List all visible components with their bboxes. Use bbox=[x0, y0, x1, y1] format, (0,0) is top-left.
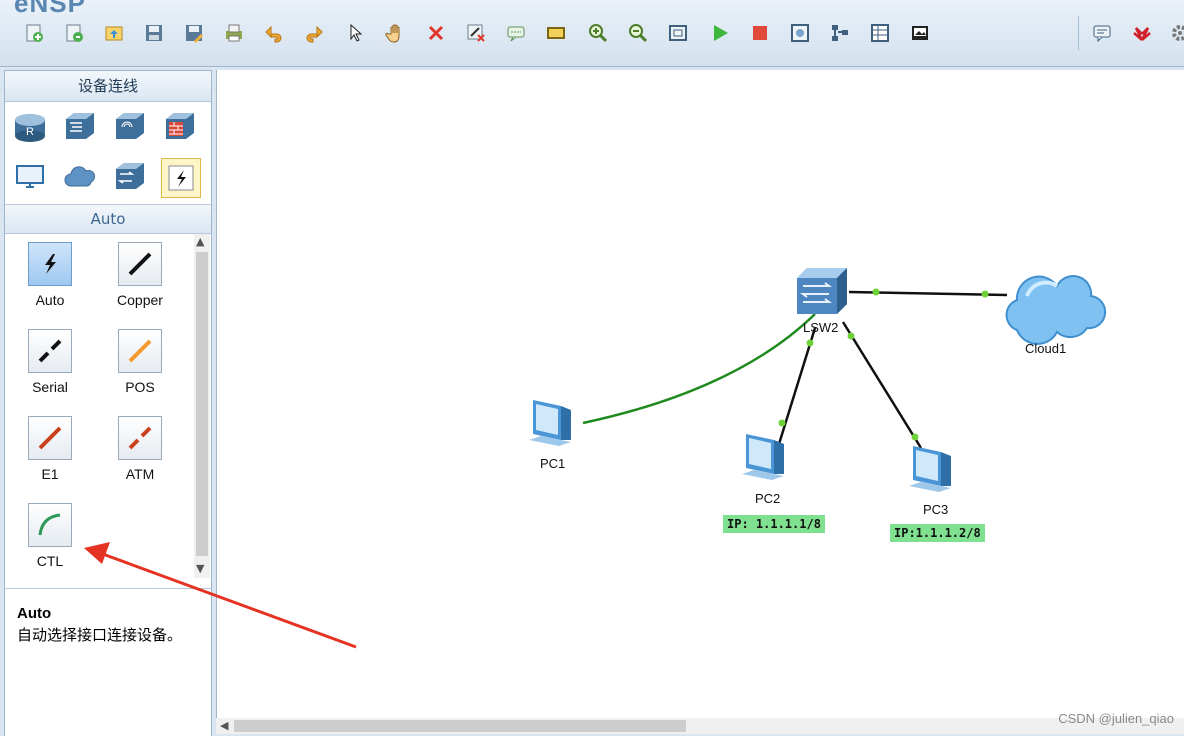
text-annotation-icon[interactable] bbox=[500, 18, 532, 48]
grid-icon[interactable] bbox=[864, 18, 896, 48]
wireless-icon[interactable] bbox=[111, 108, 149, 146]
screenshot-icon[interactable] bbox=[904, 18, 936, 48]
e1-cable-icon bbox=[38, 426, 62, 450]
scroll-left-icon[interactable]: ◀ bbox=[220, 719, 228, 732]
pc1-computer-icon[interactable] bbox=[529, 400, 571, 446]
scrollbar-thumb[interactable] bbox=[196, 252, 208, 556]
pos-cable-icon bbox=[128, 339, 152, 363]
connection-subtitle: Auto bbox=[5, 205, 211, 234]
canvas-hscrollbar[interactable]: ◀ bbox=[216, 718, 1184, 734]
pan-hand-icon[interactable] bbox=[380, 18, 412, 48]
app-logo: eNSP bbox=[14, 0, 86, 18]
pc2-ip-annotation[interactable]: IP: 1.1.1.1/8 bbox=[723, 515, 825, 533]
cable-label: Auto bbox=[35, 292, 65, 308]
cloud1-cloud-icon[interactable] bbox=[1005, 275, 1107, 345]
node-label-pc1: PC1 bbox=[540, 456, 566, 471]
panel-title: 设备连线 bbox=[5, 71, 211, 102]
scroll-down-icon[interactable]: ▼ bbox=[196, 562, 204, 575]
cable-ctl[interactable]: CTL bbox=[15, 503, 85, 569]
cable-copper[interactable]: Copper bbox=[105, 242, 175, 308]
cable-label: ATM bbox=[125, 466, 155, 482]
cable-label: CTL bbox=[36, 553, 64, 569]
pc2-computer-icon[interactable] bbox=[742, 434, 784, 480]
port-indicator bbox=[806, 339, 814, 347]
ctl-cable-icon bbox=[38, 513, 61, 536]
cable-label: Serial bbox=[32, 379, 68, 395]
hscrollbar-thumb[interactable] bbox=[234, 720, 686, 732]
rectangle-icon[interactable] bbox=[540, 18, 572, 48]
serial-cable-icon bbox=[38, 339, 62, 363]
node-label-cloud1: Cloud1 bbox=[1025, 341, 1067, 356]
pc3-computer-icon[interactable] bbox=[909, 446, 951, 492]
port-indicator bbox=[778, 419, 786, 427]
cable-e1[interactable]: E1 bbox=[15, 416, 85, 482]
copper-cable-icon bbox=[128, 252, 152, 276]
pc3-ip-annotation[interactable]: IP:1.1.1.2/8 bbox=[890, 524, 985, 542]
link-pc1-lsw2[interactable] bbox=[582, 313, 816, 425]
port-indicator bbox=[911, 433, 919, 441]
port-indicator bbox=[981, 290, 989, 298]
lsw2-switch-icon[interactable] bbox=[797, 268, 847, 314]
save-icon[interactable] bbox=[138, 18, 170, 48]
start-device-icon[interactable] bbox=[704, 18, 736, 48]
select-icon[interactable] bbox=[340, 18, 372, 48]
open-icon[interactable] bbox=[98, 18, 130, 48]
chat-icon[interactable] bbox=[1086, 18, 1118, 48]
node-label-pc2: PC2 bbox=[755, 491, 781, 506]
other-device-icon[interactable] bbox=[111, 158, 149, 196]
pc-terminal-icon[interactable] bbox=[11, 158, 49, 196]
cable-atm[interactable]: ATM bbox=[105, 416, 175, 482]
port-indicator bbox=[847, 332, 855, 340]
settings-icon[interactable] bbox=[1164, 18, 1184, 48]
topology-links bbox=[529, 268, 1107, 492]
router-icon[interactable]: R bbox=[11, 108, 49, 146]
watermark: CSDN @julien_qiao bbox=[1058, 711, 1174, 726]
zoom-out-icon[interactable] bbox=[622, 18, 654, 48]
device-category-grid: R bbox=[5, 102, 211, 205]
delete-connection-icon[interactable] bbox=[460, 18, 492, 48]
firewall-icon[interactable] bbox=[161, 108, 199, 146]
fit-icon[interactable] bbox=[662, 18, 694, 48]
description-title: Auto bbox=[17, 605, 52, 622]
cable-serial[interactable]: Serial bbox=[15, 329, 85, 395]
new-example-icon[interactable] bbox=[58, 18, 90, 48]
undo-icon[interactable] bbox=[258, 18, 290, 48]
redo-icon[interactable] bbox=[298, 18, 330, 48]
topology-canvas[interactable]: LSW2 Cloud1 PC1 PC2 PC3 IP: 1.1.1.1/8 IP… bbox=[216, 70, 1184, 718]
cable-list: Auto Copper Serial POS E1 ATM CTL ▲ ▼ bbox=[5, 234, 211, 578]
stop-device-icon[interactable] bbox=[744, 18, 776, 48]
print-icon[interactable] bbox=[218, 18, 250, 48]
cable-pos[interactable]: POS bbox=[105, 329, 175, 395]
scroll-up-icon[interactable]: ▲ bbox=[196, 235, 204, 248]
node-label-pc3: PC3 bbox=[923, 502, 949, 517]
svg-text:R: R bbox=[26, 126, 34, 138]
toolbar: eNSP bbox=[0, 0, 1184, 67]
cable-label: Copper bbox=[117, 292, 163, 308]
switch-icon[interactable] bbox=[61, 108, 99, 146]
description-text: 自动选择接口连接设备。 bbox=[17, 626, 183, 644]
atm-cable-icon bbox=[128, 426, 152, 450]
link-lsw2-pc3[interactable] bbox=[841, 321, 923, 449]
port-indicator bbox=[872, 288, 880, 296]
device-connection-panel: 设备连线 R Auto Auto Copper Serial POS E1 AT… bbox=[4, 70, 212, 736]
cable-list-scrollbar[interactable]: ▲ ▼ bbox=[194, 234, 210, 578]
auto-cable-icon bbox=[45, 254, 56, 274]
cable-label: E1 bbox=[41, 466, 59, 482]
topology-icon[interactable] bbox=[824, 18, 856, 48]
zoom-in-icon[interactable] bbox=[582, 18, 614, 48]
node-label-lsw2: LSW2 bbox=[803, 320, 839, 335]
huawei-icon[interactable] bbox=[1126, 18, 1158, 48]
cable-description: Auto 自动选择接口连接设备。 bbox=[5, 588, 211, 736]
cable-label: POS bbox=[125, 379, 155, 395]
new-topology-icon[interactable] bbox=[18, 18, 50, 48]
connection-category-icon[interactable] bbox=[161, 158, 201, 198]
capture-icon[interactable] bbox=[784, 18, 816, 48]
cloud-device-icon[interactable] bbox=[61, 158, 99, 196]
save-as-icon[interactable] bbox=[178, 18, 210, 48]
delete-icon[interactable] bbox=[420, 18, 452, 48]
cable-auto[interactable]: Auto bbox=[15, 242, 85, 308]
